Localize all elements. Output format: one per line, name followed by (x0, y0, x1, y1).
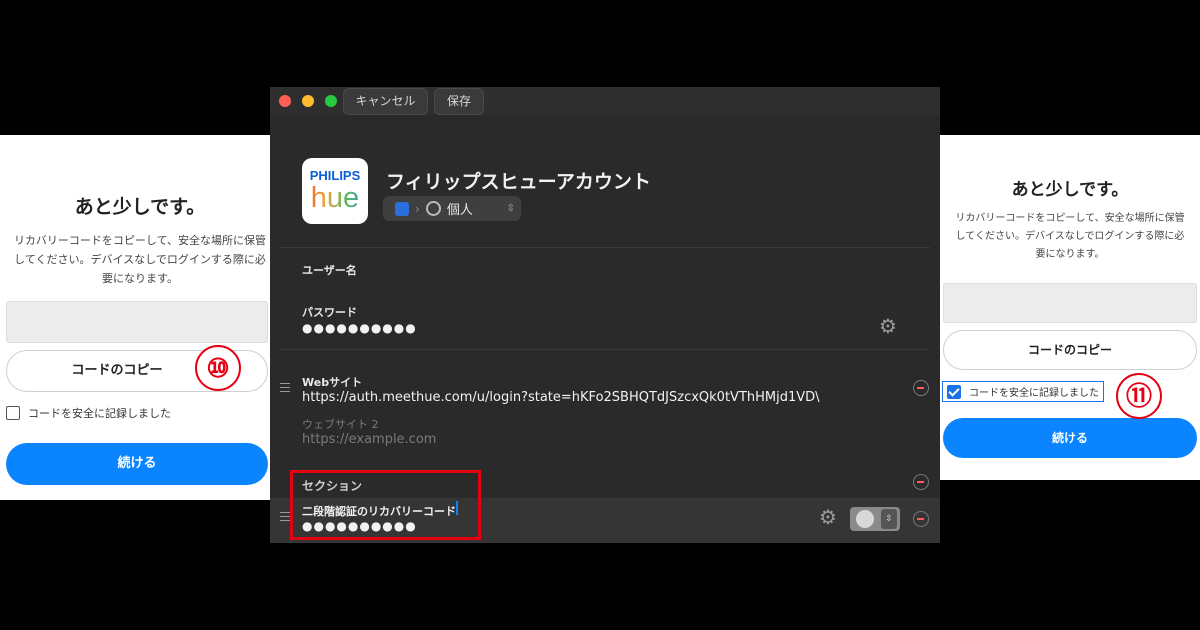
window-titlebar: キャンセル 保存 (270, 87, 940, 115)
password-label: パスワード (302, 306, 357, 319)
right-saved-checkbox-row[interactable]: コードを安全に記録しました (942, 381, 1104, 402)
highlight-box (290, 470, 481, 540)
left-checkbox-label: コードを安全に記録しました (28, 407, 171, 420)
vault-icon (425, 201, 441, 216)
right-checkbox-label: コードを安全に記録しました (969, 388, 1099, 399)
left-recovery-code-field[interactable] (6, 301, 268, 343)
website2-input[interactable]: https://example.com (302, 432, 436, 447)
drag-handle-icon[interactable] (280, 512, 290, 521)
right-saved-checkbox[interactable] (947, 384, 961, 399)
right-panel-title: あと少しです。 (1011, 180, 1129, 200)
website-label: Webサイト (302, 376, 363, 389)
username-label: ユーザー名 (302, 264, 357, 277)
zoom-window-icon[interactable] (325, 95, 337, 107)
left-panel-description: リカバリーコードをコピーして、安全な場所に保管 してください。デバイスなしでログ… (13, 234, 267, 285)
left-recovery-panel: あと少しです。 リカバリーコードをコピーして、安全な場所に保管 してください。デ… (0, 135, 280, 500)
chevron-updown-icon: ⇳ (881, 509, 897, 529)
right-recovery-code-field[interactable] (943, 283, 1197, 323)
vault-name: 個人 (446, 203, 473, 218)
philips-hue-logo: PHILIPS hue (302, 158, 368, 224)
account-icon (395, 201, 409, 216)
divider (280, 247, 930, 248)
chevron-right-icon: › (415, 201, 420, 216)
close-window-icon[interactable] (279, 95, 291, 107)
password-value[interactable]: ●●●●●●●●●● (302, 321, 417, 335)
item-title[interactable]: フィリップスヒューアカウント (386, 167, 651, 194)
cancel-button[interactable]: キャンセル (343, 88, 428, 115)
divider (280, 349, 930, 350)
right-continue-button[interactable]: 続ける (943, 418, 1197, 458)
field-type-selector[interactable]: ⇳ (850, 507, 900, 531)
step-badge-10: ⑩ (195, 345, 241, 391)
left-panel-title: あと少しです。 (74, 196, 206, 218)
right-panel-description: リカバリーコードをコピーして、安全な場所に保管 してください。デバイスなしでログ… (955, 213, 1185, 260)
save-button[interactable]: 保存 (434, 88, 484, 115)
remove-field-icon[interactable] (913, 380, 929, 396)
website-url-field[interactable]: https://auth.meethue.com/u/login?state=h… (302, 390, 842, 405)
drag-handle-icon[interactable] (280, 383, 290, 392)
vault-selector[interactable]: › 個人 ⇳ (383, 196, 521, 221)
left-continue-button[interactable]: 続ける (6, 443, 268, 485)
step-badge-11: ⑪ (1116, 373, 1162, 419)
left-saved-checkbox-row[interactable]: コードを安全に記録しました (6, 405, 171, 421)
gear-icon[interactable]: ⚙ (879, 316, 897, 336)
left-saved-checkbox[interactable] (6, 406, 20, 420)
minimize-window-icon[interactable] (302, 95, 314, 107)
right-recovery-panel: あと少しです。 リカバリーコードをコピーして、安全な場所に保管 してください。デ… (940, 135, 1200, 480)
key-icon (856, 510, 874, 528)
remove-section-icon[interactable] (913, 474, 929, 490)
remove-field-icon[interactable] (913, 511, 929, 527)
right-copy-code-button[interactable]: コードのコピー (943, 330, 1197, 370)
website2-label: ウェブサイト 2 (302, 418, 379, 431)
chevron-updown-icon: ⇳ (506, 202, 515, 214)
gear-icon[interactable]: ⚙ (819, 507, 837, 527)
